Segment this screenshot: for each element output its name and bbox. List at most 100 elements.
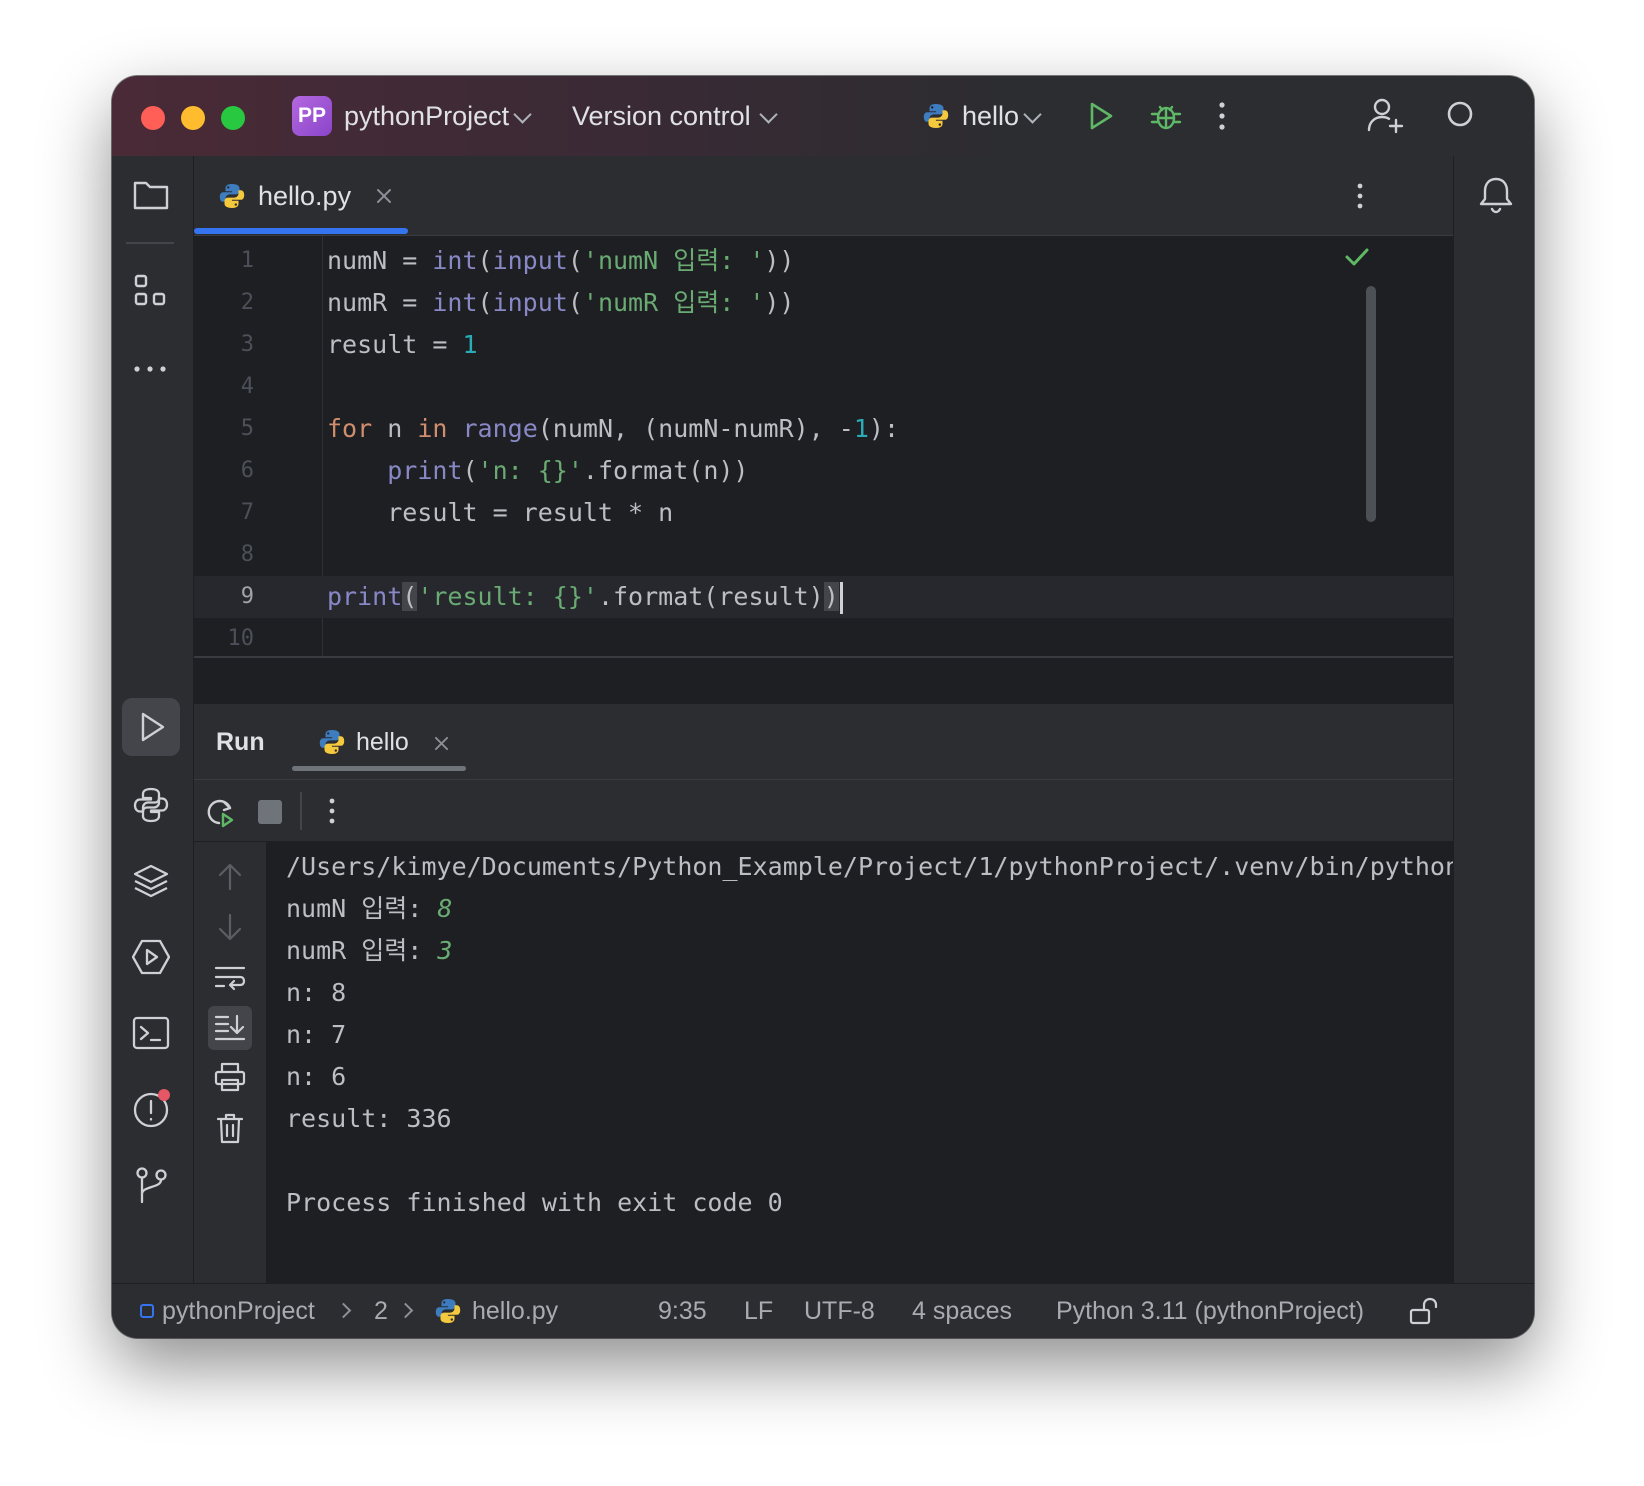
code-token: )) bbox=[764, 288, 795, 317]
terminal-icon[interactable] bbox=[132, 1014, 170, 1052]
console-line: result: 336 bbox=[286, 1104, 452, 1133]
python-file-icon bbox=[218, 182, 246, 210]
line-number: 10 bbox=[227, 626, 255, 651]
bell-icon[interactable] bbox=[1478, 176, 1514, 214]
close-icon[interactable] bbox=[376, 188, 392, 204]
breadcrumb-project[interactable]: pythonProject bbox=[162, 1296, 315, 1326]
console-side-toolbar bbox=[194, 842, 266, 1283]
run-panel-title: Run bbox=[216, 728, 265, 756]
git-icon[interactable] bbox=[134, 1166, 170, 1204]
trash-icon[interactable] bbox=[216, 1112, 244, 1144]
right-tool-strip bbox=[1453, 156, 1534, 1283]
chevron-down-icon bbox=[513, 105, 532, 124]
scroll-to-end-button[interactable] bbox=[208, 1006, 252, 1050]
line-number: 9 bbox=[240, 584, 254, 609]
line-ending[interactable]: LF bbox=[744, 1296, 773, 1326]
editor-scrollbar[interactable] bbox=[1366, 286, 1376, 522]
code-line: 6 print('n: {}'.format(n)) bbox=[194, 450, 1453, 492]
kebab-icon[interactable] bbox=[1354, 180, 1366, 212]
run-tool-button[interactable] bbox=[122, 698, 180, 756]
close-icon[interactable] bbox=[434, 736, 449, 751]
code-token: result = bbox=[327, 330, 463, 359]
tool-divider bbox=[126, 242, 174, 244]
lock-icon[interactable] bbox=[1408, 1296, 1438, 1326]
debug-icon[interactable] bbox=[1148, 98, 1184, 134]
kebab-icon[interactable] bbox=[326, 796, 338, 826]
run-tab-label: hello bbox=[356, 728, 409, 756]
structure-icon[interactable] bbox=[134, 274, 168, 308]
console-line: n: 6 bbox=[286, 1062, 347, 1091]
status-bar: pythonProject 2 hello.py 9:35 LF UTF-8 4… bbox=[112, 1283, 1534, 1338]
code-text: result = 1 bbox=[327, 324, 478, 366]
maximize-window-button[interactable] bbox=[221, 106, 245, 130]
caret-position[interactable]: 9:35 bbox=[658, 1296, 707, 1326]
code-token: 'result: {}' bbox=[417, 582, 598, 611]
code-line: 2 numR = int(input('numR 입력: ')) bbox=[194, 282, 1453, 324]
folder-icon[interactable] bbox=[132, 178, 170, 212]
code-token: ( bbox=[477, 246, 493, 275]
code-line: 3 result = 1 bbox=[194, 324, 1453, 366]
code-text: numN = int(input('numN 입력: ')) bbox=[327, 240, 794, 282]
add-user-icon[interactable] bbox=[1366, 96, 1406, 136]
python-interpreter[interactable]: Python 3.11 (pythonProject) bbox=[1056, 1296, 1364, 1326]
line-number: 3 bbox=[240, 332, 254, 357]
code-token: range bbox=[462, 414, 538, 443]
run-toolbar bbox=[194, 780, 1453, 842]
code-token: int bbox=[432, 246, 478, 275]
line-number: 4 bbox=[240, 374, 254, 399]
file-encoding[interactable]: UTF-8 bbox=[804, 1296, 875, 1326]
breadcrumb-folder[interactable]: 2 bbox=[374, 1296, 388, 1326]
code-text: result = result * n bbox=[327, 492, 673, 534]
code-token: ( bbox=[402, 582, 418, 611]
close-window-button[interactable] bbox=[141, 106, 165, 130]
print-icon[interactable] bbox=[214, 1062, 246, 1092]
more-tools-icon[interactable] bbox=[132, 364, 168, 374]
services-icon[interactable] bbox=[132, 938, 170, 976]
line-number: 2 bbox=[240, 290, 254, 315]
up-arrow-icon[interactable] bbox=[216, 862, 244, 892]
console-output[interactable]: /Users/kimye/Documents/Python_Example/Pr… bbox=[266, 842, 1453, 1283]
chevron-right-icon bbox=[335, 1302, 352, 1319]
code-token: ( bbox=[477, 288, 493, 317]
console-exit-message: Process finished with exit code 0 bbox=[286, 1188, 783, 1217]
code-token: input bbox=[492, 288, 568, 317]
code-token: result = result * n bbox=[327, 498, 674, 527]
title-bar: PP pythonProject Version control hello bbox=[112, 76, 1534, 156]
run-icon[interactable] bbox=[1084, 100, 1116, 132]
chevron-down-icon bbox=[1023, 105, 1042, 124]
run-tab-indicator bbox=[292, 766, 466, 771]
down-arrow-icon[interactable] bbox=[216, 912, 244, 942]
console-command-path: /Users/kimye/Documents/Python_Example/Pr… bbox=[286, 852, 1453, 881]
module-icon bbox=[140, 1304, 154, 1318]
search-icon[interactable] bbox=[1444, 98, 1480, 134]
code-token: print bbox=[327, 582, 403, 611]
project-name: pythonProject bbox=[344, 101, 510, 131]
rerun-icon[interactable] bbox=[204, 796, 236, 828]
code-token: )) bbox=[764, 246, 795, 275]
check-icon[interactable] bbox=[1344, 246, 1370, 268]
code-token: 'n: {}' bbox=[477, 456, 583, 485]
python-console-icon[interactable] bbox=[132, 786, 170, 824]
kebab-icon[interactable] bbox=[1216, 100, 1228, 132]
toolbar-divider bbox=[300, 792, 302, 830]
code-text: print('result: {}'.format(result)) bbox=[327, 576, 843, 618]
code-token: int bbox=[432, 288, 478, 317]
breadcrumb-file[interactable]: hello.py bbox=[472, 1296, 558, 1326]
stop-icon[interactable] bbox=[258, 800, 282, 824]
indent-setting[interactable]: 4 spaces bbox=[912, 1296, 1012, 1326]
line-number: 6 bbox=[240, 458, 254, 483]
problems-icon[interactable] bbox=[132, 1088, 174, 1130]
code-token: numR = bbox=[327, 288, 433, 317]
chevron-down-icon bbox=[759, 105, 778, 124]
left-tool-strip bbox=[112, 156, 194, 1283]
code-text: numR = int(input('numR 입력: ')) bbox=[327, 282, 794, 324]
code-line: 1 numN = int(input('numN 입력: ')) bbox=[194, 240, 1453, 282]
soft-wrap-icon[interactable] bbox=[214, 964, 246, 992]
minimize-window-button[interactable] bbox=[181, 106, 205, 130]
line-number: 8 bbox=[240, 542, 254, 567]
code-line: 10 bbox=[194, 618, 1453, 660]
chevron-right-icon bbox=[397, 1302, 414, 1319]
layers-icon[interactable] bbox=[132, 862, 170, 900]
